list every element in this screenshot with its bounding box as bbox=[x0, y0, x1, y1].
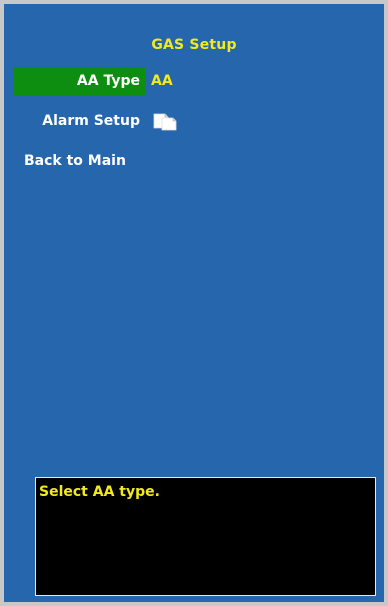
menu-item-alarm-setup[interactable]: Alarm Setup bbox=[14, 107, 314, 136]
aa-type-value: AA bbox=[151, 73, 173, 89]
menu-item-label: Back to Main bbox=[24, 153, 126, 169]
help-message-box: Select AA type. bbox=[35, 477, 376, 596]
menu-item-aa-type[interactable]: AA Type AA bbox=[14, 67, 314, 96]
gas-setup-panel: GAS Setup AA Type AA Alarm Setup Back to… bbox=[4, 4, 384, 602]
page-title: GAS Setup bbox=[151, 37, 237, 53]
help-text: Select AA type. bbox=[39, 484, 160, 500]
submenu-icon bbox=[153, 113, 177, 131]
menu-item-label: AA Type bbox=[14, 67, 145, 96]
menu-item-label: Alarm Setup bbox=[42, 113, 140, 129]
menu-item-back-to-main[interactable]: Back to Main bbox=[14, 147, 314, 176]
